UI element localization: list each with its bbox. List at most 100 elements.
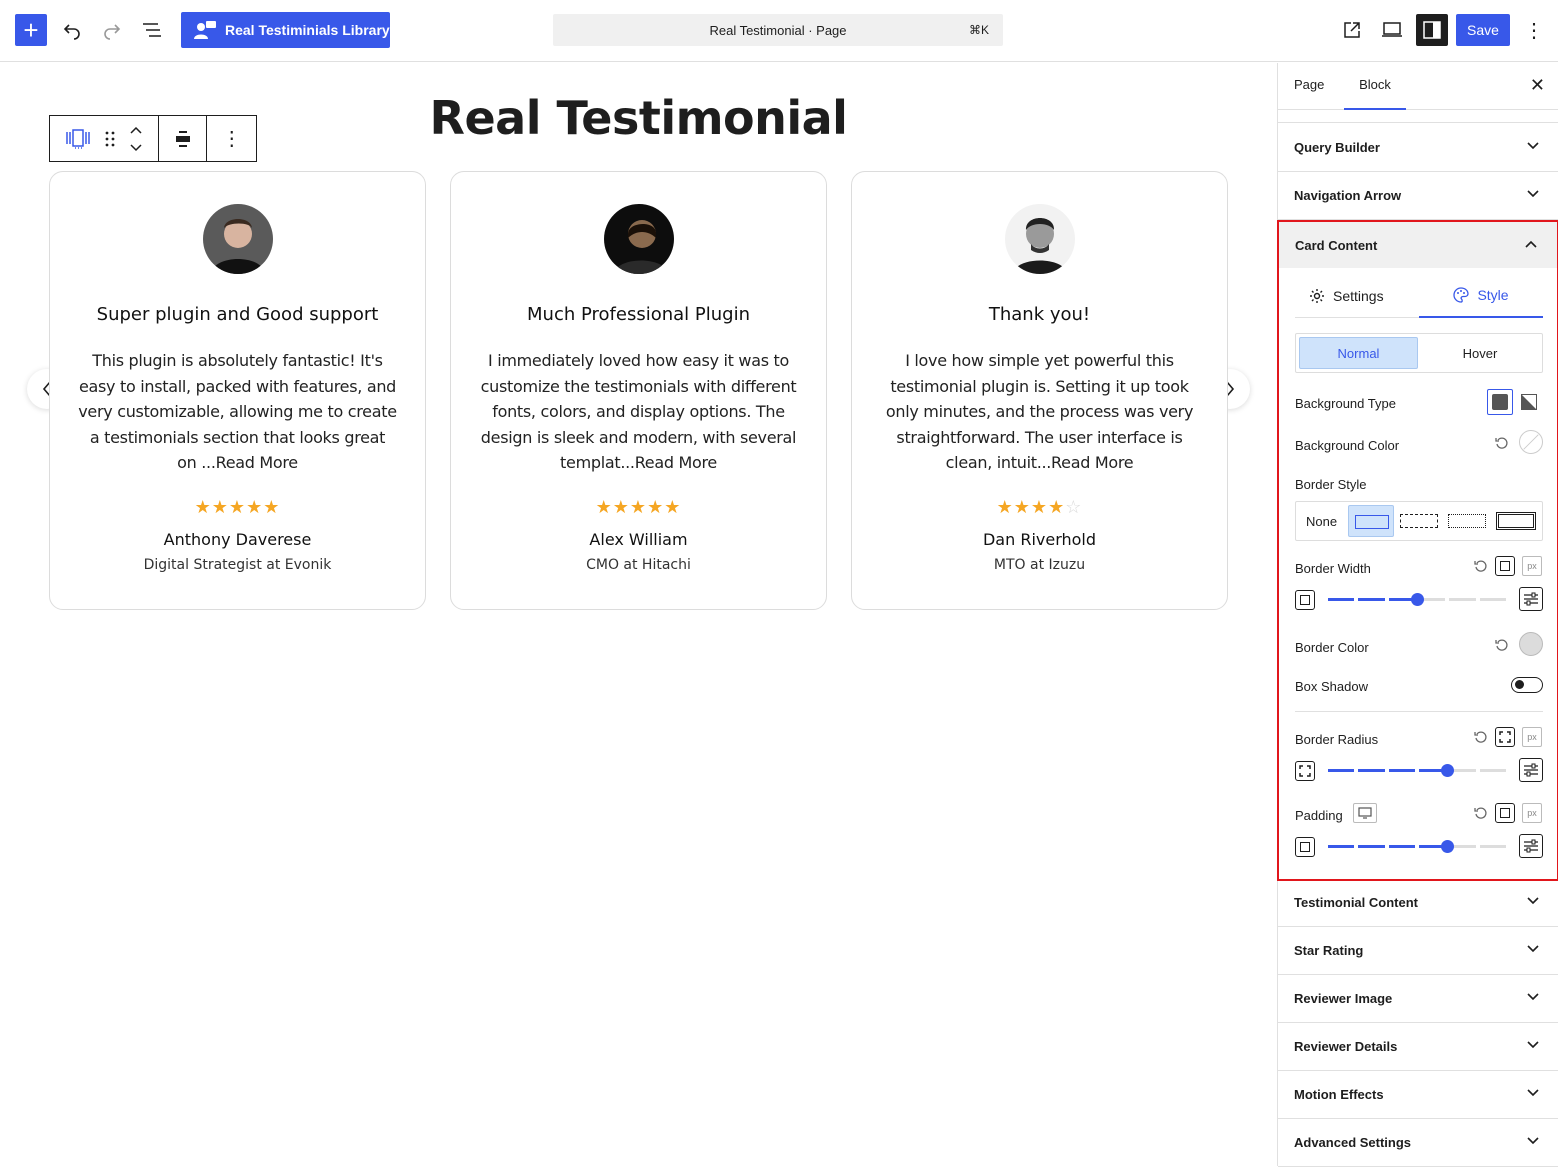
reset-border-radius-button[interactable] xyxy=(1473,729,1489,745)
drag-handle-icon[interactable] xyxy=(105,131,115,147)
border-width-slider[interactable] xyxy=(1328,593,1506,606)
testimonial-text: This plugin is absolutely fantastic! It'… xyxy=(78,351,397,473)
save-button[interactable]: Save xyxy=(1456,14,1510,46)
solid-fill-icon xyxy=(1492,394,1508,410)
slider-thumb[interactable] xyxy=(1441,764,1455,777)
document-overview-button[interactable] xyxy=(138,16,166,44)
slider-thumb[interactable] xyxy=(1411,593,1424,606)
undo-button[interactable] xyxy=(58,16,86,44)
state-normal-button[interactable]: Normal xyxy=(1299,337,1418,369)
options-menu-button[interactable]: ⋮ xyxy=(1520,16,1548,44)
tab-settings[interactable]: Settings xyxy=(1309,274,1384,318)
all-sides-icon xyxy=(1500,808,1510,818)
sides-icon[interactable] xyxy=(1295,837,1315,857)
custom-values-button[interactable] xyxy=(1519,758,1543,782)
block-options-button[interactable]: ⋮ xyxy=(207,116,256,161)
custom-values-button[interactable] xyxy=(1519,587,1543,611)
border-color-swatch[interactable] xyxy=(1519,632,1543,656)
tab-page[interactable]: Page xyxy=(1294,77,1324,92)
link-sides-button[interactable] xyxy=(1495,803,1515,823)
reset-border-width-button[interactable] xyxy=(1473,558,1489,574)
unit-selector[interactable]: px xyxy=(1522,556,1542,576)
responsive-device-button[interactable] xyxy=(1353,803,1377,823)
slider-track-segment xyxy=(1479,598,1506,601)
desktop-icon xyxy=(1358,807,1372,819)
command-palette-bar[interactable]: Real Testimonial · Page ⌘K xyxy=(553,14,1003,46)
sidebar-icon xyxy=(1423,21,1441,39)
section-reviewer-image[interactable]: Reviewer Image xyxy=(1278,975,1558,1023)
device-preview-button[interactable] xyxy=(1377,16,1407,44)
sides-icon[interactable] xyxy=(1295,590,1315,610)
section-advanced-settings[interactable]: Advanced Settings xyxy=(1278,1119,1558,1167)
border-color-label: Border Color xyxy=(1295,640,1369,655)
align-button[interactable] xyxy=(159,116,208,161)
move-up-down-icon[interactable] xyxy=(129,125,143,153)
tab-style[interactable]: Style xyxy=(1419,274,1543,318)
link-sides-button[interactable] xyxy=(1495,556,1515,576)
section-star-rating[interactable]: Star Rating xyxy=(1278,927,1558,975)
section-navigation-arrow[interactable]: Navigation Arrow xyxy=(1278,172,1558,220)
testimonial-card[interactable]: Thank you! I love how simple yet powerfu… xyxy=(851,171,1228,610)
slider-thumb[interactable] xyxy=(1441,840,1455,853)
custom-values-button[interactable] xyxy=(1519,834,1543,858)
section-reviewer-details[interactable]: Reviewer Details xyxy=(1278,1023,1558,1071)
unit-selector[interactable]: px xyxy=(1522,727,1542,747)
section-query-builder[interactable]: Query Builder xyxy=(1278,124,1558,172)
section-title: Star Rating xyxy=(1294,943,1364,958)
redo-icon xyxy=(104,24,121,40)
state-hover-button[interactable]: Hover xyxy=(1420,337,1540,369)
chevron-down-icon xyxy=(1527,142,1539,150)
background-classic-button[interactable] xyxy=(1487,389,1513,415)
border-radius-slider[interactable] xyxy=(1328,764,1506,777)
carousel-block-icon[interactable] xyxy=(65,128,91,150)
box-shadow-toggle[interactable] xyxy=(1511,677,1543,693)
slider-track-segment xyxy=(1358,845,1385,848)
card-content-header[interactable]: Card Content xyxy=(1279,222,1557,268)
view-page-button[interactable] xyxy=(1338,16,1366,44)
reset-border-color-button[interactable] xyxy=(1493,636,1511,654)
chevron-down-icon xyxy=(1527,190,1539,198)
link-corners-button[interactable] xyxy=(1495,727,1515,747)
border-style-double-option[interactable] xyxy=(1496,512,1536,530)
testimonial-card[interactable]: Super plugin and Good support This plugi… xyxy=(49,171,426,610)
tab-block[interactable]: Block xyxy=(1344,63,1406,110)
border-style-none[interactable]: None xyxy=(1306,514,1337,529)
settings-sidebar-toggle[interactable] xyxy=(1416,14,1448,46)
chevron-down-icon xyxy=(1527,897,1539,905)
reset-padding-button[interactable] xyxy=(1473,805,1489,821)
star-rating: ★★★★★ xyxy=(595,497,682,517)
corners-icon[interactable] xyxy=(1295,761,1315,781)
chevron-up-icon xyxy=(1525,240,1537,248)
add-block-button[interactable]: + xyxy=(15,14,47,46)
corners-icon xyxy=(1299,765,1311,777)
testimonials-library-button[interactable]: Real Testiminials Library xyxy=(181,12,390,48)
border-style-solid-option[interactable] xyxy=(1348,505,1394,537)
reset-icon xyxy=(1474,807,1487,819)
library-label: Real Testiminials Library xyxy=(225,22,390,38)
divider xyxy=(1295,711,1543,712)
state-switcher: Normal Hover xyxy=(1295,333,1543,373)
testimonial-title: Thank you! xyxy=(988,304,1091,325)
reset-background-color-button[interactable] xyxy=(1493,434,1511,452)
background-color-swatch[interactable] xyxy=(1519,430,1543,454)
border-radius-label: Border Radius xyxy=(1295,732,1379,747)
border-style-dashed-option[interactable] xyxy=(1400,514,1438,528)
reviewer-role: CMO at Hitachi xyxy=(586,557,691,573)
slider-track-segment xyxy=(1328,769,1355,772)
redo-button[interactable] xyxy=(98,16,126,44)
slider-track-segment xyxy=(1449,598,1476,601)
block-type-group xyxy=(50,116,159,161)
unit-selector[interactable]: px xyxy=(1522,803,1542,823)
chevron-down-icon xyxy=(1527,1089,1539,1097)
section-motion-effects[interactable]: Motion Effects xyxy=(1278,1071,1558,1119)
padding-slider[interactable] xyxy=(1328,840,1506,853)
border-style-dotted-option[interactable] xyxy=(1448,514,1486,528)
testimonial-card[interactable]: Much Professional Plugin I immediately l… xyxy=(450,171,827,610)
star-rating: ★★★★☆ xyxy=(996,497,1083,517)
undo-icon xyxy=(63,24,80,40)
section-testimonial-content[interactable]: Testimonial Content xyxy=(1278,879,1558,927)
background-gradient-button[interactable] xyxy=(1519,392,1539,412)
reviewer-name: Alex William xyxy=(589,530,688,549)
border-style-picker: None xyxy=(1295,501,1543,541)
close-sidebar-button[interactable]: ✕ xyxy=(1530,75,1545,96)
